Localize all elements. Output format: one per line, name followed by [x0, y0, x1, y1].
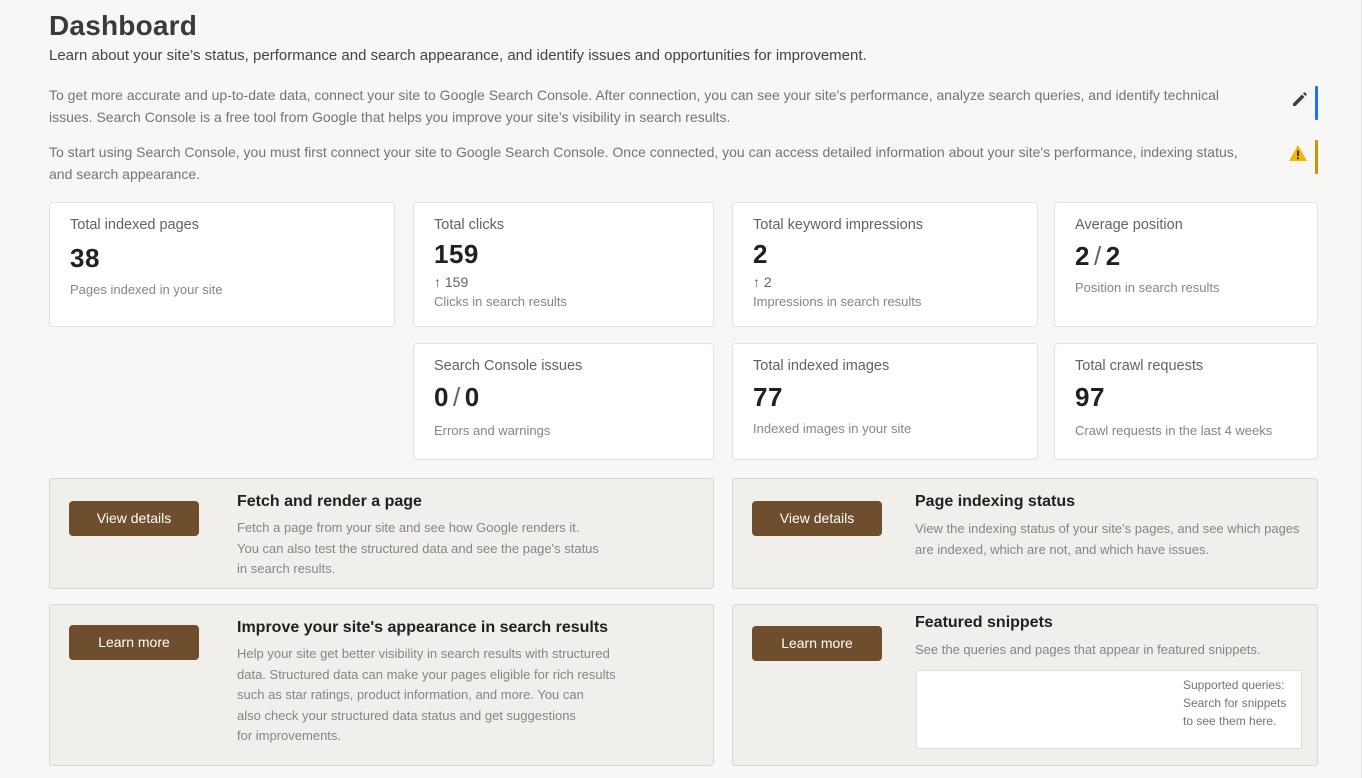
- panel-text-line: Fetch a page from your site and see how …: [237, 520, 580, 535]
- stat-delta: ↑ 159: [434, 274, 469, 290]
- learn-more-button[interactable]: Learn more: [69, 625, 199, 660]
- placeholder-line: to see them here.: [1183, 714, 1277, 728]
- dashboard-page: Dashboard Learn about your site’s status…: [0, 0, 1362, 778]
- stat-description: Indexed images in your site: [753, 421, 912, 436]
- snippets-result-box: Supported queries: Search for snippets t…: [916, 670, 1302, 749]
- stat-value-current: 2: [1075, 241, 1090, 271]
- stat-label: Total crawl requests: [1075, 358, 1204, 374]
- panel-title: Page indexing status: [915, 493, 1076, 510]
- stat-description: Crawl requests in the last 4 weeks: [1075, 423, 1273, 438]
- view-details-button[interactable]: View details: [752, 501, 882, 536]
- stat-description: Pages indexed in your site: [70, 282, 223, 297]
- stat-label: Total indexed pages: [70, 217, 199, 233]
- panel-page-indexing: View details Page indexing status View t…: [732, 478, 1318, 589]
- start-notice-text: To start using Search Console, you must …: [49, 144, 1238, 182]
- stat-value-total: 2: [1105, 241, 1121, 271]
- stat-description: Clicks in search results: [434, 294, 567, 309]
- learn-more-button[interactable]: Learn more: [752, 626, 882, 661]
- stat-label: Average position: [1075, 217, 1183, 233]
- panel-title: Fetch and render a page: [237, 493, 422, 510]
- connect-notice-text: To get more accurate and up-to-date data…: [49, 87, 1220, 125]
- warning-icon: [1288, 143, 1308, 163]
- notice-accent-bar: [1315, 86, 1318, 120]
- stat-card-console-issues: Search Console issues 0/0 Errors and war…: [413, 343, 714, 460]
- view-details-button[interactable]: View details: [69, 501, 199, 536]
- panel-text-line: are indexed, which are not, and which ha…: [915, 541, 1210, 557]
- panel-text-line: View the indexing status of your site's …: [915, 521, 1300, 536]
- panel-text-line: You can also test the structured data an…: [237, 540, 599, 556]
- panel-text-line: also check your structured data status a…: [237, 707, 576, 723]
- panel-description: Help your site get better visibility in …: [237, 644, 616, 747]
- panel-title: Featured snippets: [915, 614, 1053, 631]
- stat-card-clicks: Total clicks 159 ↑ 159 Clicks in search …: [413, 202, 714, 327]
- stat-value: 2: [753, 239, 768, 269]
- edit-icon[interactable]: [1290, 89, 1310, 109]
- snippets-placeholder: Supported queries: Search for snippets t…: [1183, 676, 1286, 730]
- panel-fetch-render: View details Fetch and render a page Fet…: [49, 478, 714, 589]
- warnings-count: 0: [464, 382, 480, 412]
- panel-text-line: for improvements.: [237, 728, 342, 743]
- panel-description: See the queries and pages that appear in…: [915, 642, 1261, 657]
- panel-text-line: in search results.: [237, 561, 336, 576]
- panel-text-line: Help your site get better visibility in …: [237, 646, 610, 661]
- errors-count: 0: [434, 382, 449, 412]
- stat-card-indexed-pages: Total indexed pages 38 Pages indexed in …: [49, 202, 395, 327]
- stat-value: 0/0: [434, 382, 693, 413]
- stat-value: 77: [753, 382, 783, 412]
- stat-value: 97: [1075, 382, 1105, 412]
- page-title: Dashboard: [49, 10, 198, 41]
- value-separator: /: [452, 382, 461, 412]
- stat-label: Total clicks: [434, 217, 505, 233]
- value-separator: /: [1093, 241, 1102, 271]
- panel-text-line: such as star ratings, product informatio…: [237, 687, 584, 702]
- stat-label: Total indexed images: [753, 358, 890, 374]
- stat-description: Errors and warnings: [434, 423, 551, 438]
- placeholder-line: Search for snippets: [1183, 696, 1287, 710]
- stat-card-indexed-images: Total indexed images 77 Indexed images i…: [732, 343, 1038, 460]
- panel-title: Improve your site's appearance in search…: [237, 619, 609, 636]
- stat-value: 38: [70, 243, 100, 273]
- panel-featured-snippets: Learn more Featured snippets See the que…: [732, 604, 1318, 766]
- panel-description: View the indexing status of your site's …: [915, 519, 1300, 560]
- notice-accent-bar: [1315, 140, 1318, 174]
- stat-description: Impressions in search results: [753, 294, 922, 309]
- stat-label: Search Console issues: [434, 358, 583, 374]
- stat-card-crawl-requests: Total crawl requests 97 Crawl requests i…: [1054, 343, 1318, 460]
- stat-card-impressions: Total keyword impressions 2 ↑ 2 Impressi…: [732, 202, 1038, 327]
- panel-improve-appearance: Learn more Improve your site's appearanc…: [49, 604, 714, 766]
- stat-description: Position in search results: [1075, 280, 1220, 295]
- stat-card-average-position: Average position 2/2 Position in search …: [1054, 202, 1318, 327]
- panel-text-line: data. Structured data can make your page…: [237, 666, 616, 682]
- page-subtitle: Learn about your site’s status, performa…: [49, 47, 867, 64]
- stat-delta: ↑ 2: [753, 274, 772, 290]
- stat-value: 159: [434, 239, 479, 269]
- panel-description: Fetch a page from your site and see how …: [237, 518, 599, 580]
- placeholder-line: Supported queries:: [1183, 678, 1285, 692]
- stat-label: Total keyword impressions: [753, 217, 924, 233]
- stat-value: 2/2: [1075, 241, 1297, 272]
